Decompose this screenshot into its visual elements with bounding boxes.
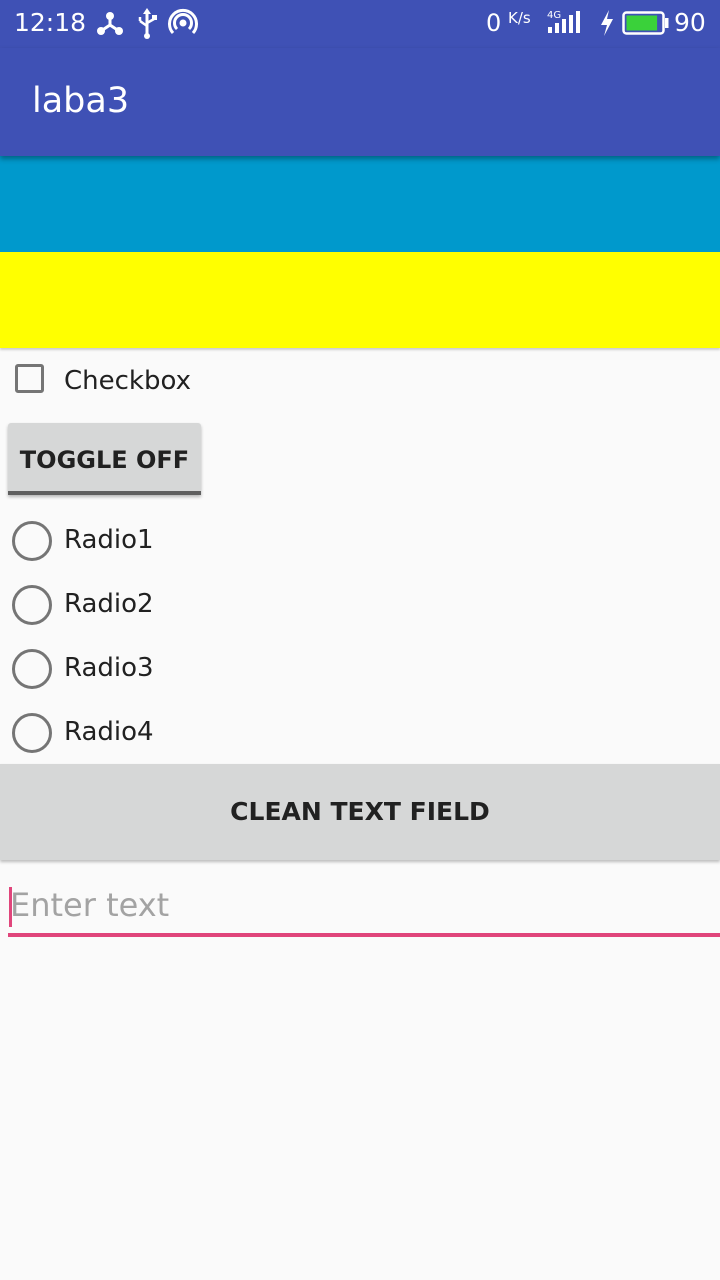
net-speed-value: 0 [486,9,502,37]
radio-circle-icon[interactable] [12,649,52,689]
text-field-underline [8,933,720,937]
charging-icon [598,6,616,40]
battery-icon [622,6,670,40]
radio-button-2[interactable]: Radio2 [0,573,720,637]
checkbox-label: Checkbox [64,366,191,396]
status-bar: 12:18 0 K/s 4G 90 [0,0,720,48]
radio-button-1[interactable]: Radio1 [0,509,720,573]
toggle-button[interactable]: TOGGLE OFF [8,423,201,495]
toggle-button-label: TOGGLE OFF [19,446,190,474]
radio-label: Radio2 [64,589,154,619]
network-type-label: 4G [547,10,561,21]
hotspot-icon [168,6,198,40]
usb-icon [136,6,158,40]
radio-button-4[interactable]: Radio4 [0,701,720,765]
checkbox[interactable]: Checkbox [0,348,720,414]
yellow-stripe [0,252,720,348]
radio-label: Radio1 [64,525,154,555]
checkbox-box[interactable] [15,364,44,393]
net-speed-unit: K/s [508,9,531,27]
share-icon [96,6,124,40]
clean-button-label: CLEAN TEXT FIELD [230,797,490,826]
text-field[interactable] [8,876,720,938]
radio-circle-icon[interactable] [12,521,52,561]
radio-label: Radio4 [64,717,154,747]
radio-circle-icon[interactable] [12,713,52,753]
radio-button-3[interactable]: Radio3 [0,637,720,701]
battery-level: 90 [674,8,706,37]
radio-circle-icon[interactable] [12,585,52,625]
blue-stripe [0,156,720,252]
clean-text-field-button[interactable]: CLEAN TEXT FIELD [0,764,720,860]
radio-label: Radio3 [64,653,154,683]
text-input[interactable] [8,876,720,934]
app-title: laba3 [32,81,130,121]
signal-icon: 4G [546,6,586,40]
app-bar: laba3 [0,48,720,156]
toggle-indicator [8,491,201,495]
status-time: 12:18 [14,8,87,37]
text-cursor [9,887,12,927]
